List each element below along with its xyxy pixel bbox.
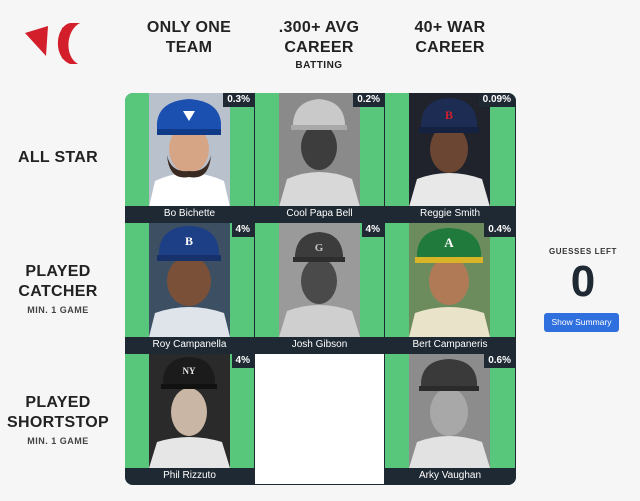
player-photo: [279, 93, 360, 207]
player-photo: [409, 354, 490, 468]
grid-cell[interactable]: NY 4% Phil Rizzuto: [125, 354, 255, 485]
svg-text:A: A: [444, 235, 454, 250]
column-title: ONLY ONE TEAM: [146, 19, 232, 56]
player-name: Bert Campaneris: [385, 337, 515, 353]
player-photo: A: [409, 223, 490, 337]
row-title: PLAYED SHORTSTOP: [7, 394, 109, 431]
column-header-war-career: 40+ WAR CAREER: [385, 18, 515, 58]
grid-cell[interactable]: 0.3% Bo Bichette: [125, 93, 255, 223]
rarity-percent: 4%: [231, 354, 254, 368]
row-header-all-star: ALL STAR: [0, 148, 116, 168]
svg-text:G: G: [315, 242, 324, 254]
grid-cell-empty[interactable]: [255, 354, 385, 485]
player-photo: [149, 93, 230, 207]
guesses-left-label: GUESSES LEFT: [548, 247, 618, 256]
player-name: Arky Vaughan: [385, 468, 515, 484]
player-name: Cool Papa Bell: [255, 206, 384, 222]
column-title: .300+ AVG CAREER: [278, 19, 360, 56]
grid-cell[interactable]: G 4% Josh Gibson: [255, 223, 385, 354]
rarity-percent: 4%: [231, 223, 254, 237]
rarity-percent: 4%: [361, 223, 384, 237]
grid-cell[interactable]: 0.2% Cool Papa Bell: [255, 93, 385, 223]
rarity-percent: 0.6%: [484, 354, 515, 368]
player-name: Josh Gibson: [255, 337, 384, 353]
row-title: PLAYED CATCHER: [18, 263, 98, 300]
column-subtitle: BATTING: [295, 60, 343, 71]
rarity-percent: 0.09%: [478, 93, 515, 107]
guesses-left-count: 0: [570, 257, 596, 306]
row-header-played-shortstop: PLAYED SHORTSTOP MIN. 1 GAME: [0, 393, 116, 447]
show-summary-button[interactable]: Show Summary: [544, 313, 619, 332]
row-title: ALL STAR: [17, 149, 99, 166]
grid-cell[interactable]: A 0.4% Bert Campaneris: [385, 223, 516, 354]
svg-text:B: B: [445, 108, 453, 122]
player-name: Roy Campanella: [125, 337, 254, 353]
column-header-avg-career: .300+ AVG CAREER BATTING: [254, 18, 384, 72]
rarity-percent: 0.2%: [353, 93, 384, 107]
immaculate-grid: 0.3% Bo Bichette 0.2% Cool Papa Bell B 0…: [125, 93, 516, 485]
rarity-percent: 0.3%: [223, 93, 254, 107]
baseball-logo-icon[interactable]: [22, 20, 88, 66]
svg-text:B: B: [185, 234, 193, 248]
row-subtitle: MIN. 1 GAME: [27, 305, 89, 315]
grid-cell[interactable]: B 0.09% Reggie Smith: [385, 93, 516, 223]
player-name: Phil Rizzuto: [125, 468, 254, 484]
player-photo: G: [279, 223, 360, 337]
column-header-only-one-team: ONLY ONE TEAM: [124, 18, 254, 58]
row-header-played-catcher: PLAYED CATCHER MIN. 1 GAME: [0, 262, 116, 316]
svg-text:NY: NY: [183, 366, 196, 376]
rarity-percent: 0.4%: [484, 223, 515, 237]
grid-cell[interactable]: 0.6% Arky Vaughan: [385, 354, 516, 485]
player-photo: B: [409, 93, 490, 207]
player-photo: B: [149, 223, 230, 337]
player-name: Bo Bichette: [125, 206, 254, 222]
column-title: 40+ WAR CAREER: [414, 19, 486, 56]
player-photo: NY: [149, 354, 230, 468]
player-name: Reggie Smith: [385, 206, 515, 222]
grid-cell[interactable]: B 4% Roy Campanella: [125, 223, 255, 354]
row-subtitle: MIN. 1 GAME: [27, 436, 89, 446]
